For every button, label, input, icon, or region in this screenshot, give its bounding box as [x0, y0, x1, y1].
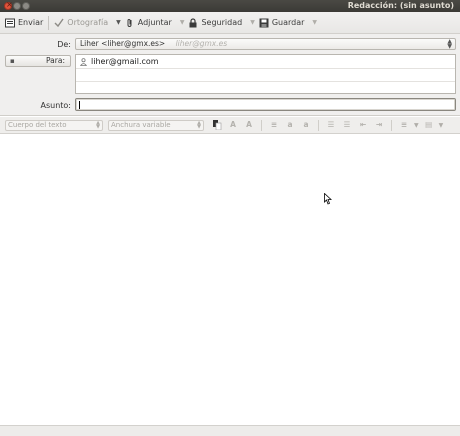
bulleted-list-icon[interactable]: ☰ — [326, 120, 336, 130]
save-button[interactable]: Guardar — [259, 14, 305, 32]
save-dropdown-icon[interactable]: ▼ — [312, 19, 317, 26]
spelling-dropdown-icon[interactable]: ▼ — [116, 19, 121, 26]
select-arrows-icon: ▲ ▼ — [96, 119, 100, 130]
align-icon[interactable]: ≡ — [399, 120, 409, 130]
insert-icon[interactable]: ▤ — [424, 120, 434, 130]
paperclip-icon — [125, 18, 135, 28]
subject-input[interactable] — [75, 98, 456, 111]
save-label: Guardar — [271, 18, 305, 27]
send-button[interactable]: Enviar — [5, 14, 43, 32]
text-color-icon[interactable] — [212, 120, 222, 131]
insert-dropdown-icon[interactable]: ▼ — [439, 122, 444, 129]
send-label: Enviar — [18, 18, 44, 27]
attach-button[interactable]: Adjuntar — [125, 14, 172, 32]
status-bar — [0, 425, 460, 436]
from-hint: liher@gmx.es — [175, 39, 228, 48]
font-larger-icon[interactable]: A — [244, 120, 254, 130]
recipient-list[interactable]: liher@gmail.com — [75, 54, 456, 94]
italic-icon[interactable]: a — [285, 120, 295, 130]
numbered-list-icon[interactable]: ☰ — [342, 120, 352, 130]
to-label: Para: — [46, 56, 65, 65]
security-button[interactable]: Seguridad — [188, 14, 242, 32]
format-toolbar: Cuerpo del texto ▲ ▼ Anchura variable ▲ ▼ … — [0, 117, 460, 134]
spelling-button[interactable]: Ortografía — [54, 14, 108, 32]
send-icon — [5, 18, 15, 28]
attach-dropdown-icon[interactable]: ▼ — [180, 19, 185, 26]
paragraph-style-value: Cuerpo del texto — [8, 120, 67, 129]
checkmark-icon — [54, 18, 64, 28]
attach-label: Adjuntar — [137, 18, 172, 27]
subject-label: Asunto: — [40, 101, 71, 110]
title-bar: Redacción: (sin asunto) — [0, 0, 460, 12]
message-header: De: Liher <liher@gmx.es> liher@gmx.es ▲ ▼… — [0, 34, 460, 116]
bold-icon[interactable]: ≡ — [269, 120, 279, 130]
select-arrows-icon: ▲ ▼ — [197, 119, 201, 130]
font-family-select[interactable]: Anchura variable ▲ ▼ — [108, 119, 204, 131]
recipient-row-divider — [76, 81, 455, 82]
align-dropdown-icon[interactable]: ▼ — [414, 122, 419, 129]
window-title: Redacción: (sin asunto) — [347, 1, 454, 10]
lock-icon — [188, 17, 198, 28]
recipient-row-divider — [76, 68, 455, 69]
window-minimize-button[interactable] — [13, 2, 21, 10]
window-close-button[interactable] — [4, 0, 13, 10]
font-family-value: Anchura variable — [111, 120, 171, 129]
spelling-label: Ortografía — [67, 18, 109, 27]
to-type-button[interactable]: ▪ Para: — [5, 55, 71, 67]
mouse-pointer-icon — [324, 193, 332, 205]
contact-icon — [80, 57, 87, 66]
to-value: liher@gmail.com — [91, 57, 159, 66]
indent-icon[interactable]: ⇥ — [374, 120, 384, 130]
from-label: De: — [57, 40, 71, 49]
toolbar-separator — [48, 15, 50, 30]
format-separator — [261, 119, 262, 131]
recipient-item[interactable]: liher@gmail.com — [80, 57, 159, 66]
security-label: Seguridad — [201, 18, 243, 27]
select-arrows-icon: ▲ ▼ — [447, 38, 452, 50]
paragraph-style-select[interactable]: Cuerpo del texto ▲ ▼ — [5, 119, 103, 131]
message-body-editor[interactable] — [0, 135, 460, 425]
dropdown-dot-icon: ▪ — [10, 57, 15, 65]
format-separator — [391, 119, 392, 131]
underline-icon[interactable]: a — [301, 120, 311, 130]
font-smaller-icon[interactable]: A — [228, 120, 238, 130]
outdent-icon[interactable]: ⇤ — [358, 120, 368, 130]
window-maximize-button[interactable] — [22, 2, 30, 10]
compose-toolbar: Enviar Ortografía ▼ Adjuntar ▼ Seguridad… — [0, 12, 460, 34]
text-caret — [79, 101, 80, 109]
floppy-disk-icon — [259, 18, 269, 28]
security-dropdown-icon[interactable]: ▼ — [250, 19, 255, 26]
format-separator — [318, 119, 319, 131]
from-select[interactable]: Liher <liher@gmx.es> liher@gmx.es ▲ ▼ — [75, 38, 456, 50]
from-value: Liher <liher@gmx.es> — [80, 39, 166, 48]
